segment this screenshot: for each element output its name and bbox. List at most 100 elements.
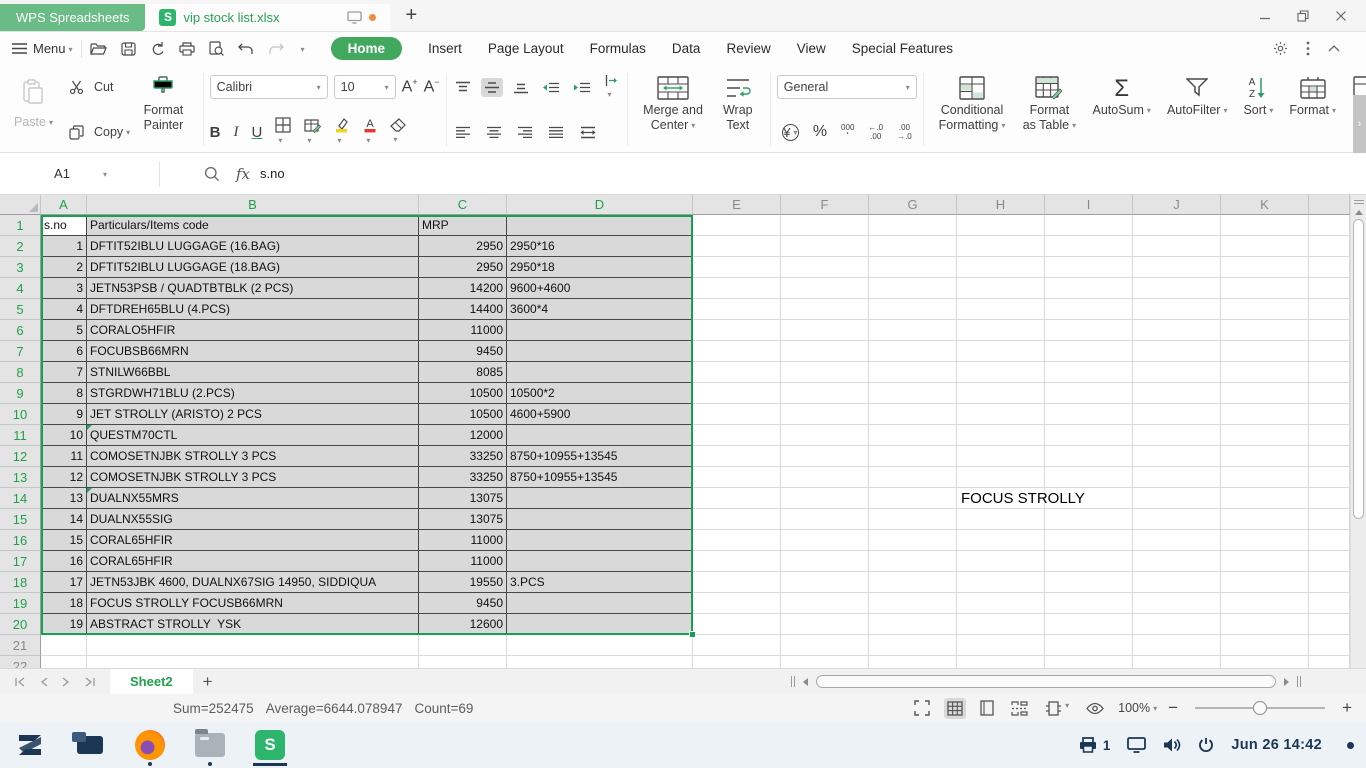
column-header-partial[interactable] <box>1309 195 1350 215</box>
cell-C22[interactable] <box>419 656 507 668</box>
first-sheet-icon[interactable] <box>14 677 26 687</box>
cell-A5[interactable]: 4 <box>41 299 87 320</box>
row-header-2[interactable]: 2 <box>0 236 41 257</box>
cell-x18[interactable] <box>1309 572 1350 593</box>
firefox-icon[interactable] <box>132 724 168 766</box>
cell-K7[interactable] <box>1221 341 1309 362</box>
cell-x7[interactable] <box>1309 341 1350 362</box>
redo-icon[interactable] <box>268 43 284 55</box>
row-header-7[interactable]: 7 <box>0 341 41 362</box>
cell-A2[interactable]: 1 <box>41 236 87 257</box>
cell-D6[interactable] <box>507 320 693 341</box>
undo-icon[interactable] <box>238 43 254 55</box>
cell-I11[interactable] <box>1045 425 1133 446</box>
window-switcher-icon[interactable] <box>72 724 108 766</box>
cell-E8[interactable] <box>693 362 781 383</box>
collapse-ribbon-icon[interactable] <box>1328 45 1340 52</box>
cell-K16[interactable] <box>1221 530 1309 551</box>
cell-E7[interactable] <box>693 341 781 362</box>
cell-B8[interactable]: STNILW66BBL <box>87 362 419 383</box>
h-split-handle[interactable] <box>791 676 795 687</box>
cell-C19[interactable]: 9450 <box>419 593 507 614</box>
cell-F20[interactable] <box>781 614 869 635</box>
cell-x6[interactable] <box>1309 320 1350 341</box>
cell-F9[interactable] <box>781 383 869 404</box>
cell-G22[interactable] <box>869 656 957 668</box>
row-header-21[interactable]: 21 <box>0 635 41 656</box>
cell-A15[interactable]: 14 <box>41 509 87 530</box>
cell-A1[interactable]: s.no <box>41 215 87 236</box>
cell-A21[interactable] <box>41 635 87 656</box>
cell-A14[interactable]: 13 <box>41 488 87 509</box>
app-tab[interactable]: WPS Spreadsheets <box>0 4 145 31</box>
cell-A7[interactable]: 6 <box>41 341 87 362</box>
cell-A4[interactable]: 3 <box>41 278 87 299</box>
cell-E11[interactable] <box>693 425 781 446</box>
more-options-icon[interactable] <box>1306 41 1310 56</box>
horizontal-scroll-thumb[interactable] <box>816 675 1276 688</box>
cell-K14[interactable] <box>1221 488 1309 509</box>
restore-button[interactable] <box>1288 3 1318 29</box>
cell-B17[interactable]: CORAL65HFIR <box>87 551 419 572</box>
export-pdf-icon[interactable] <box>150 41 165 56</box>
print-icon[interactable] <box>179 42 195 56</box>
cell-H2[interactable] <box>957 236 1045 257</box>
cell-D19[interactable] <box>507 593 693 614</box>
row-header-13[interactable]: 13 <box>0 467 41 488</box>
cell-H6[interactable] <box>957 320 1045 341</box>
cell-B10[interactable]: JET STROLLY (ARISTO) 2 PCS <box>87 404 419 425</box>
cell-E16[interactable] <box>693 530 781 551</box>
cell-I12[interactable] <box>1045 446 1133 467</box>
cell-x13[interactable] <box>1309 467 1350 488</box>
cell-A19[interactable]: 18 <box>41 593 87 614</box>
cell-F13[interactable] <box>781 467 869 488</box>
cell-J8[interactable] <box>1133 362 1221 383</box>
cell-E20[interactable] <box>693 614 781 635</box>
cell-C3[interactable]: 2950 <box>419 257 507 278</box>
row-header-17[interactable]: 17 <box>0 551 41 572</box>
cell-E17[interactable] <box>693 551 781 572</box>
cell-J21[interactable] <box>1133 635 1221 656</box>
cell-C1[interactable]: MRP <box>419 215 507 236</box>
cell-B5[interactable]: DFTDREH65BLU (4.PCS) <box>87 299 419 320</box>
distribute-icon[interactable] <box>576 123 600 142</box>
cell-C17[interactable]: 11000 <box>419 551 507 572</box>
cell-F3[interactable] <box>781 257 869 278</box>
cell-D1[interactable] <box>507 215 693 236</box>
settings-gear-icon[interactable] <box>1273 41 1288 56</box>
cell-D3[interactable]: 2950*18 <box>507 257 693 278</box>
notification-dot-icon[interactable] <box>1347 742 1354 749</box>
cell-K8[interactable] <box>1221 362 1309 383</box>
cell-G7[interactable] <box>869 341 957 362</box>
cell-x8[interactable] <box>1309 362 1350 383</box>
cell-I2[interactable] <box>1045 236 1133 257</box>
cell-H15[interactable] <box>957 509 1045 530</box>
cell-D10[interactable]: 4600+5900 <box>507 404 693 425</box>
app-menu-zorin-icon[interactable] <box>12 724 48 766</box>
cell-I22[interactable] <box>1045 656 1133 668</box>
add-sheet-button[interactable]: + <box>203 672 213 692</box>
cell-K10[interactable] <box>1221 404 1309 425</box>
cell-D4[interactable]: 9600+4600 <box>507 278 693 299</box>
cell-H19[interactable] <box>957 593 1045 614</box>
cell-A16[interactable]: 15 <box>41 530 87 551</box>
cell-F4[interactable] <box>781 278 869 299</box>
row-header-19[interactable]: 19 <box>0 593 41 614</box>
cell-x3[interactable] <box>1309 257 1350 278</box>
cell-J19[interactable] <box>1133 593 1221 614</box>
row-header-14[interactable]: 14 <box>0 488 41 509</box>
cell-H11[interactable] <box>957 425 1045 446</box>
cell-F12[interactable] <box>781 446 869 467</box>
cell-A6[interactable]: 5 <box>41 320 87 341</box>
decrease-font-icon[interactable]: A− <box>424 77 440 96</box>
cell-G6[interactable] <box>869 320 957 341</box>
cell-D18[interactable]: 3.PCS <box>507 572 693 593</box>
column-header-J[interactable]: J <box>1133 195 1221 215</box>
cell-C8[interactable]: 8085 <box>419 362 507 383</box>
cell-D21[interactable] <box>507 635 693 656</box>
cell-H7[interactable] <box>957 341 1045 362</box>
align-top-icon[interactable] <box>452 78 474 97</box>
cell-x20[interactable] <box>1309 614 1350 635</box>
autosum-button[interactable]: Σ AutoSum <box>1085 71 1159 148</box>
cell-x16[interactable] <box>1309 530 1350 551</box>
